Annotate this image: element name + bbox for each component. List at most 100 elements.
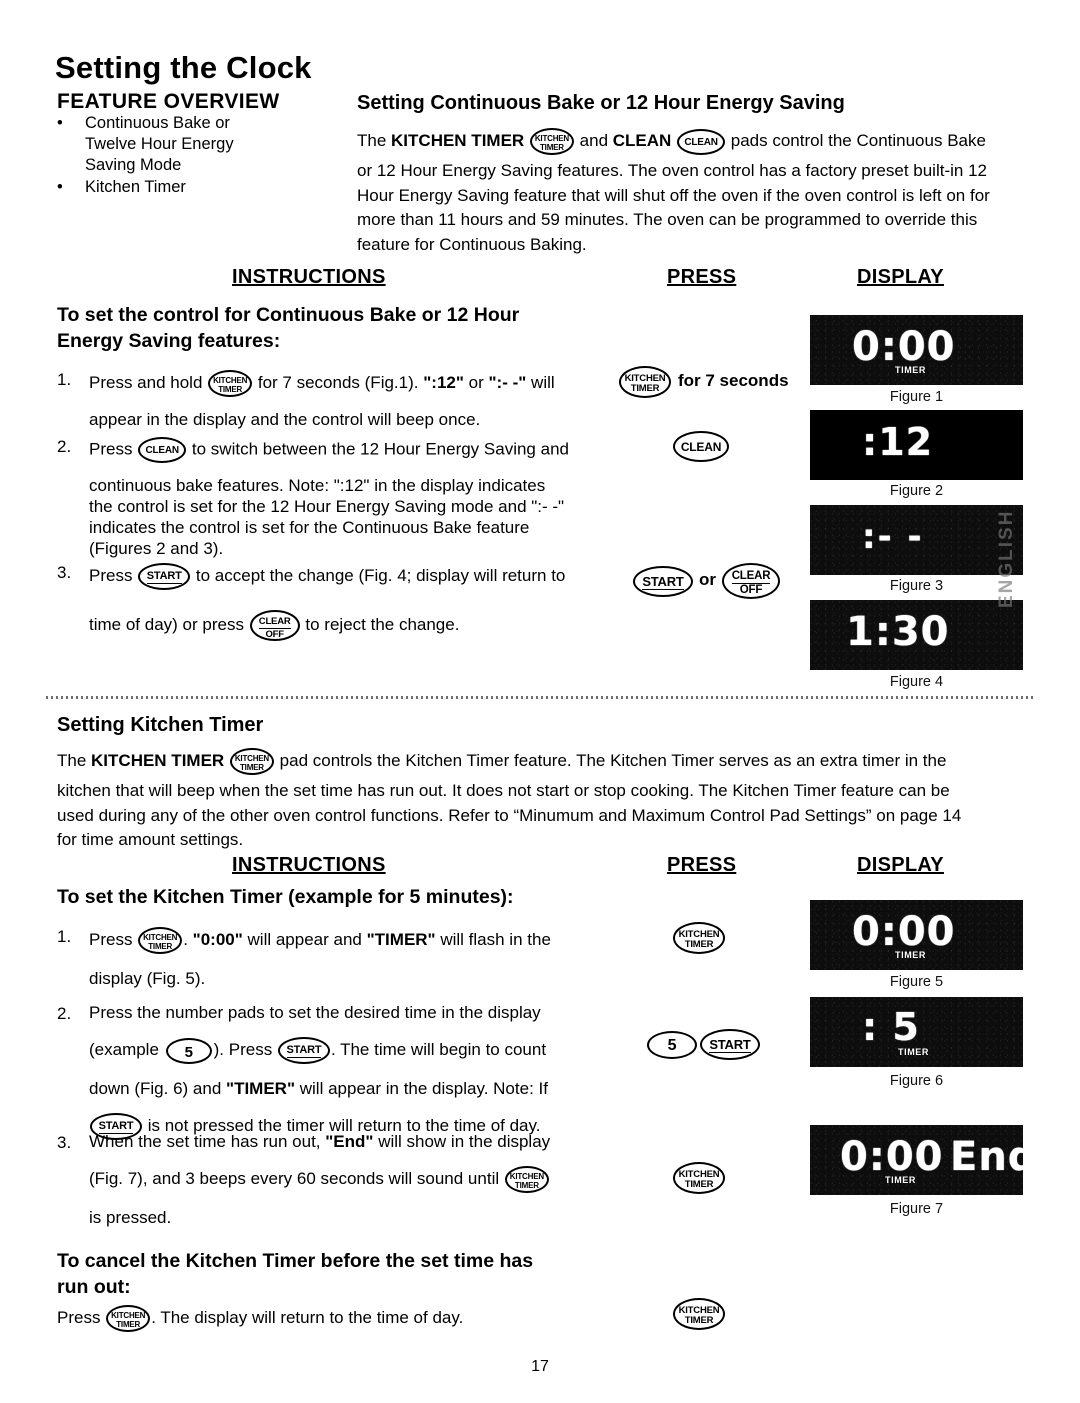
kitchen-timer-pad-icon[interactable]: KITCHEN TIMER: [529, 128, 574, 155]
number-pad-5-icon[interactable]: 5: [647, 1030, 697, 1059]
section2-subheading: To set the Kitchen Timer (example for 5 …: [57, 886, 514, 908]
step-1-line-1: Press and hold KITCHEN TIMER for 7 second…: [89, 370, 627, 397]
section1-subheading: To set the control for Continuous Bake o…: [57, 304, 520, 352]
section3-subheading: To cancel the Kitchen Timer before the s…: [57, 1250, 534, 1298]
step-number: 3.: [57, 563, 72, 582]
timer-step-3-line-1: When the set time has run out, "End" wil…: [89, 1132, 551, 1151]
step-3: 3. Press START to accept the change (Fig…: [57, 563, 637, 641]
column-header-instructions: INSTRUCTIONS: [232, 266, 386, 288]
figure-caption-7: Figure 7: [889, 1201, 944, 1217]
oven-display-figure-1: 0:00 TIMER: [810, 315, 1023, 385]
section2-intro: The KITCHEN TIMER KITCHEN TIMER pad contr…: [57, 748, 1037, 853]
step-3-line-2: time of day) or press CLEAR OFF to reject…: [89, 610, 637, 641]
bullet-icon: •: [57, 178, 63, 197]
feature-overview-list: • Continuous Bake or Twelve Hour Energy …: [57, 113, 337, 200]
kitchen-timer-pad-icon[interactable]: KITCHEN TIMER: [673, 922, 725, 954]
oven-display-figure-5: 0:00 TIMER: [810, 900, 1023, 970]
english-side-tab: ENGLISH: [996, 509, 1017, 609]
timer-step-1-line-2: display (Fig. 5).: [89, 969, 206, 988]
column-header-instructions: INSTRUCTIONS: [232, 854, 386, 876]
section1-intro: The KITCHEN TIMER KITCHEN TIMER and CLEAN…: [357, 128, 1037, 258]
step-number: 3.: [57, 1133, 72, 1152]
section-divider: [46, 696, 1034, 699]
press-step-3-conjunction: or: [699, 570, 716, 590]
step-1: 1. Press and hold KITCHEN TIMER for 7 sec…: [57, 370, 627, 428]
kitchen-timer-pad-icon[interactable]: KITCHEN TIMER: [106, 1305, 151, 1332]
display-digits: : 5: [862, 1005, 920, 1049]
step-number: 1.: [57, 370, 72, 389]
figure-caption-1: Figure 1: [889, 389, 944, 405]
timer-step-3-line-3: is pressed.: [89, 1208, 172, 1227]
timer-step-2-line-1: Press the number pads to set the desired…: [89, 1003, 541, 1022]
display-timer-label: TIMER: [895, 365, 926, 375]
figure-caption-4: Figure 4: [889, 674, 944, 690]
start-pad-icon[interactable]: START: [277, 1037, 330, 1064]
timer-step-1-line-1: Press KITCHEN TIMER. "0:00" will appear a…: [89, 927, 627, 954]
intro-line-3: used during any of the other oven contro…: [57, 805, 962, 825]
display-timer-label: TIMER: [895, 950, 926, 960]
clean-pad-icon[interactable]: CLEAN: [677, 128, 726, 155]
column-header-press: PRESS: [667, 266, 737, 288]
oven-display-figure-4: 1:30: [810, 600, 1023, 670]
kitchen-timer-pad-icon[interactable]: KITCHEN TIMER: [673, 1298, 725, 1330]
timer-step-2: 2. Press the number pads to set the desi…: [57, 1004, 637, 1140]
step-number: 2.: [57, 437, 72, 456]
bullet-icon: •: [57, 114, 63, 132]
press-step-1: KITCHEN TIMER for 7 seconds: [618, 366, 789, 398]
step-2: 2. Press CLEAN to switch between the 12 …: [57, 437, 637, 557]
start-pad-icon[interactable]: START: [633, 565, 693, 597]
oven-display-figure-2: :12: [810, 410, 1023, 480]
section-continuous-bake-heading: Setting Continuous Bake or 12 Hour Energ…: [357, 92, 845, 114]
column-header-display: DISPLAY: [857, 266, 944, 288]
list-item-label: Kitchen Timer: [85, 178, 186, 197]
page-number: 17: [531, 1358, 549, 1375]
display-digits: 0:00: [852, 909, 956, 955]
step-number: 2.: [57, 1004, 72, 1023]
list-item: • Continuous Bake or Twelve Hour Energy …: [57, 113, 337, 176]
step-2-line-1: Press CLEAN to switch between the 12 Hou…: [89, 437, 637, 463]
kitchen-timer-pad-icon[interactable]: KITCHEN TIMER: [504, 1166, 549, 1193]
list-item-label: Continuous Bake or Twelve Hour Energy Sa…: [85, 114, 234, 175]
number-pad-5-icon[interactable]: 5: [165, 1037, 212, 1064]
figure-caption-3: Figure 3: [889, 578, 944, 594]
kitchen-timer-pad-icon[interactable]: KITCHEN TIMER: [673, 1162, 725, 1194]
kitchen-timer-pad-icon[interactable]: KITCHEN TIMER: [138, 927, 183, 954]
oven-display-figure-6: : 5 TIMER: [810, 997, 1023, 1067]
timer-step-3-line-2: (Fig. 7), and 3 beeps every 60 seconds w…: [89, 1166, 637, 1193]
clean-pad-icon[interactable]: CLEAN: [138, 437, 187, 463]
clear-off-pad-icon[interactable]: CLEAR OFF: [722, 563, 780, 599]
oven-display-figure-7: 0:00 TIMER End: [810, 1125, 1023, 1195]
kitchen-timer-pad-icon[interactable]: KITCHEN TIMER: [229, 748, 274, 775]
press-step-2: CLEAN: [672, 431, 730, 462]
press-cancel-timer: KITCHEN TIMER: [672, 1298, 726, 1330]
column-header-display: DISPLAY: [857, 854, 944, 876]
clear-off-pad-icon[interactable]: CLEAR OFF: [249, 610, 300, 641]
intro-line-2: kitchen that will beep when the set time…: [57, 781, 950, 800]
display-digits: :12: [862, 420, 934, 464]
section3-instruction: Press KITCHEN TIMER. The display will ret…: [57, 1305, 677, 1332]
display-digits: 0:00: [840, 1134, 944, 1180]
kitchen-timer-pad-icon[interactable]: KITCHEN TIMER: [619, 366, 671, 398]
step-2-line-2: continuous bake features. Note: ":12" in…: [89, 476, 546, 495]
page-title: Setting the Clock: [55, 50, 312, 85]
clean-pad-icon[interactable]: CLEAN: [673, 431, 729, 462]
step-1-line-2: appear in the display and the control wi…: [89, 410, 481, 429]
step-number: 1.: [57, 927, 72, 946]
display-timer-label: TIMER: [898, 1047, 929, 1057]
timer-step-2-line-2: (example 5). Press START. The time will …: [89, 1037, 637, 1064]
intro-line-3: Hour Energy Saving feature that will shu…: [357, 185, 990, 205]
feature-overview-heading: FEATURE OVERVIEW: [57, 90, 280, 113]
start-pad-icon[interactable]: START: [138, 563, 191, 590]
intro-line-5: feature for Continuous Baking.: [357, 234, 587, 254]
press-timer-step-3: KITCHEN TIMER: [672, 1162, 726, 1194]
step-3-line-1: Press START to accept the change (Fig. 4…: [89, 563, 637, 590]
manual-page: Setting the Clock FEATURE OVERVIEW • Con…: [0, 0, 1080, 1403]
start-pad-icon[interactable]: START: [700, 1029, 760, 1060]
display-digits-secondary: End: [950, 1134, 1023, 1180]
intro-line-2: or 12 Hour Energy Saving features. The o…: [357, 161, 987, 180]
column-header-press: PRESS: [667, 854, 737, 876]
oven-display-figure-3: :- -: [810, 505, 1023, 575]
press-step-1-label: for 7 seconds: [678, 371, 789, 391]
kitchen-timer-pad-icon[interactable]: KITCHEN TIMER: [208, 370, 253, 397]
press-timer-step-2: 5 START: [645, 1029, 761, 1060]
